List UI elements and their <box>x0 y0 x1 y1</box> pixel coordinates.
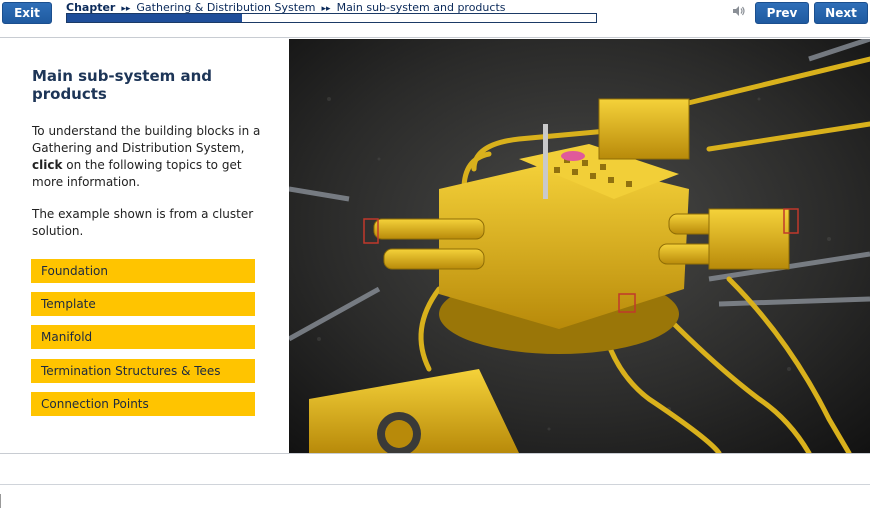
topic-foundation-button[interactable]: Foundation <box>31 259 255 283</box>
next-button[interactable]: Next <box>814 2 868 24</box>
note-text: The example shown is from a cluster solu… <box>32 207 254 238</box>
top-bar: Exit Chapter ▸▸ Gathering & Distribution S… <box>0 0 870 38</box>
page-title: Main sub-system and products <box>32 67 213 103</box>
subsea-manifold-illustration <box>289 39 870 453</box>
course-progress-bar <box>66 13 597 23</box>
intro-text: To understand the building blocks in a G… <box>32 123 267 191</box>
footer-divider <box>0 484 870 485</box>
exit-button[interactable]: Exit <box>2 2 52 24</box>
footer-marker <box>0 494 1 508</box>
subsea-cluster-image <box>289 39 870 453</box>
text-panel: Main sub-system and products To understa… <box>0 39 289 453</box>
progress-fill <box>67 14 242 22</box>
content-area: Main sub-system and products To understa… <box>0 39 870 454</box>
speaker-icon[interactable] <box>732 5 746 17</box>
topic-template-button[interactable]: Template <box>31 292 255 316</box>
intro-prefix: To understand the building blocks in a G… <box>32 124 261 155</box>
prev-button[interactable]: Prev <box>755 2 809 24</box>
topic-termination-structures-button[interactable]: Termination Structures & Tees <box>31 359 255 383</box>
topic-manifold-button[interactable]: Manifold <box>31 325 255 349</box>
topic-connection-points-button[interactable]: Connection Points <box>31 392 255 416</box>
intro-bold: click <box>32 158 63 172</box>
intro-suffix: on the following topics to get more info… <box>32 158 242 189</box>
